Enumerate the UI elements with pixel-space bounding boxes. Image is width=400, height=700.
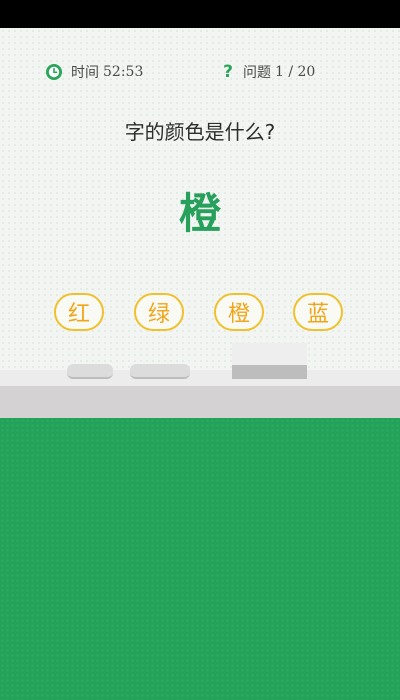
option-red-button[interactable]: 红 (54, 293, 104, 331)
status-bar (0, 0, 400, 28)
shelf-edge (0, 386, 400, 418)
question-counter: ? 问题 1 / 20 (221, 62, 315, 82)
shelf-pad-left (67, 364, 113, 379)
color-word: 橙 (178, 189, 221, 238)
block-top (232, 343, 307, 365)
option-orange-button[interactable]: 橙 (214, 293, 264, 331)
shelf-pad-middle (130, 364, 190, 379)
shelf-top (0, 370, 400, 386)
clock-icon (46, 64, 62, 80)
question-prompt: 字的颜色是什么? (124, 120, 276, 144)
green-floor (0, 418, 400, 700)
question-mark-icon: ? (223, 62, 233, 82)
block-side (232, 365, 307, 379)
timer: 时间 52:53 (45, 62, 143, 82)
option-green-button[interactable]: 绿 (134, 293, 184, 331)
answer-options: 红 绿 橙 蓝 (54, 293, 346, 333)
timer-label: 时间 (71, 65, 99, 81)
question-value: 1 / 20 (275, 64, 316, 80)
question-label: 问题 (243, 65, 271, 81)
timer-value: 52:53 (103, 64, 144, 80)
option-blue-button[interactable]: 蓝 (293, 293, 343, 331)
